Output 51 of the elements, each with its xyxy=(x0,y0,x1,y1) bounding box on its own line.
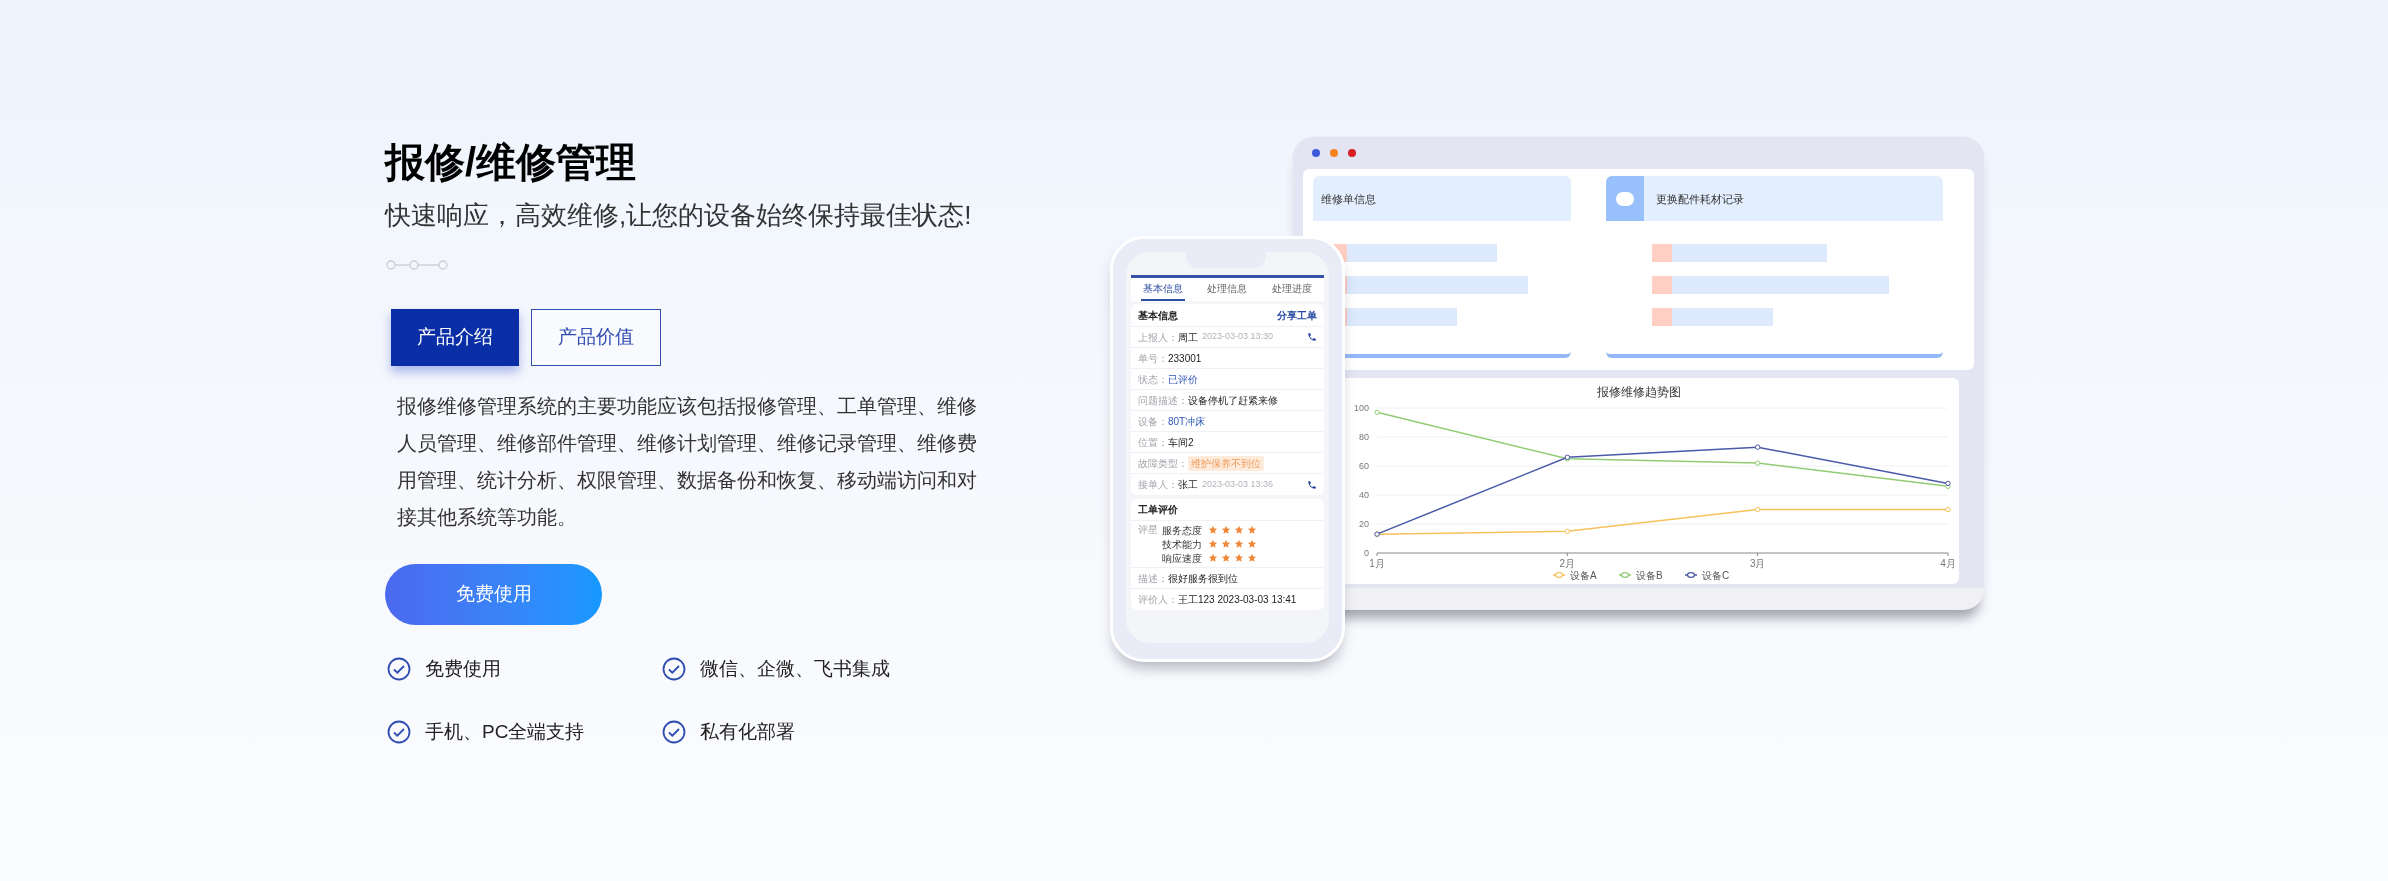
field-label: 设备： xyxy=(1138,414,1168,429)
rating-label: 技术能力 xyxy=(1162,537,1202,552)
rating-label: 响应速度 xyxy=(1162,551,1202,566)
feature-label: 手机、PC全端支持 xyxy=(425,719,585,744)
axis-tick-label: 4月 xyxy=(1940,557,1956,569)
field-value: 已评价 xyxy=(1168,372,1198,387)
legend-label: 设备C xyxy=(1702,569,1730,581)
axis-tick-label: 100 xyxy=(1353,402,1369,413)
card-title: 维修单信息 xyxy=(1321,191,1376,207)
chart-title: 报修维修趋势图 xyxy=(1597,384,1681,399)
field-value: 周工 xyxy=(1178,330,1198,345)
card-title: 更换配件耗材记录 xyxy=(1656,191,1744,207)
page-title: 报修/维修管理 xyxy=(385,139,638,186)
field-value: 王工123 2023-03-03 13:41 xyxy=(1178,593,1297,607)
field-value: 233001 xyxy=(1168,351,1202,366)
legend-label: 设备B xyxy=(1636,569,1663,581)
feature-label: 私有化部署 xyxy=(700,719,795,744)
feature-label: 微信、企微、飞书集成 xyxy=(700,657,890,681)
field-label: 评价人： xyxy=(1138,593,1178,607)
axis-tick-label: 0 xyxy=(1364,547,1369,558)
axis-tick-label: 1月 xyxy=(1369,557,1385,569)
field-value: 80T冲床 xyxy=(1168,414,1206,429)
field-label: 位置： xyxy=(1138,435,1168,450)
description: 报修维修管理系统的主要功能应该包括报修管理、工单管理、维修人员管理、维修部件管理、维修计划管理、维修记录管理、维修费用管理、统计分析、权限管理、数据备份和恢复、移动端访问和对接其他系统等功能。 xyxy=(397,394,977,530)
card-title: 工单评价 xyxy=(1138,503,1178,517)
field-label: 单号： xyxy=(1138,351,1168,366)
axis-tick-label: 3月 xyxy=(1749,557,1766,569)
feature-label: 免费使用 xyxy=(425,657,501,681)
field-label: 故障类型： xyxy=(1138,456,1188,471)
rating-label: 服务态度 xyxy=(1162,523,1202,538)
field-value: 车间2 xyxy=(1168,435,1194,450)
field-label: 上报人： xyxy=(1138,330,1178,345)
field-label: 接单人： xyxy=(1138,478,1178,492)
axis-tick-label: 40 xyxy=(1359,489,1369,500)
timestamp: 2023-03-03 13:30 xyxy=(1202,330,1274,344)
field-label: 问题描述： xyxy=(1138,393,1188,408)
subtitle: 快速响应，高效维修,让您的设备始终保持最佳状态! xyxy=(385,199,973,232)
axis-tick-label: 60 xyxy=(1359,460,1369,471)
timestamp: 2023-03-03 13:36 xyxy=(1202,477,1274,491)
axis-tick-label: 80 xyxy=(1359,431,1369,442)
legend-label: 设备A xyxy=(1570,569,1597,581)
fault-tag: 维护保养不到位 xyxy=(1188,455,1264,471)
field-value: 很好服务很到位 xyxy=(1168,571,1238,586)
field-label: 评星 xyxy=(1138,523,1159,537)
field-value: 设备停机了赶紧来修 xyxy=(1188,393,1278,408)
card-title: 基本信息 xyxy=(1138,308,1178,323)
field-value: 张工 xyxy=(1178,478,1198,492)
field-label: 描述： xyxy=(1138,571,1168,586)
field-label: 状态： xyxy=(1138,372,1168,387)
axis-tick-label: 20 xyxy=(1359,518,1369,529)
axis-tick-label: 2月 xyxy=(1559,557,1576,569)
